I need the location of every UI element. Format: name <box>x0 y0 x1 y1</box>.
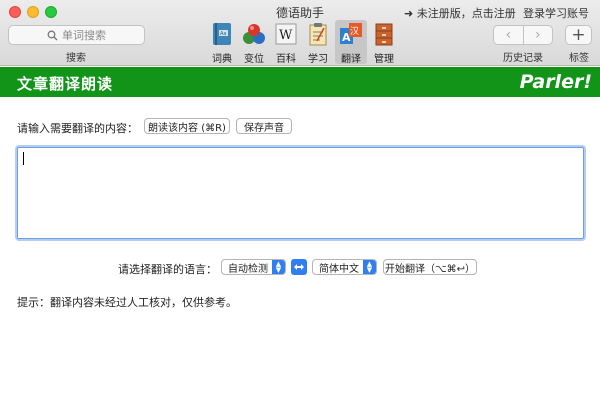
page-title: 文章翻译朗读 <box>17 75 114 93</box>
text-cursor <box>23 152 24 165</box>
read-aloud-button[interactable]: 朗读该内容 (⌘R) <box>144 118 230 134</box>
translate-icon: A 汉 <box>340 23 362 44</box>
chevron-left-icon: ‹ <box>505 27 512 43</box>
hint-text: 提示：翻译内容未经过人工核对，仅供参考。 <box>17 296 237 309</box>
cabinet-icon <box>375 23 393 46</box>
svg-text:W: W <box>279 28 293 43</box>
search-placeholder: 单词搜索 <box>62 29 106 42</box>
search-caption: 搜索 <box>66 53 86 64</box>
save-audio-button[interactable]: 保存声音 <box>236 118 292 134</box>
register-link[interactable]: ➜ 未注册版，点击注册 <box>404 5 516 21</box>
notepad-icon <box>309 23 327 46</box>
section-banner: 文章翻译朗读 Parler! <box>0 67 600 97</box>
svg-text:Aa: Aa <box>220 31 226 37</box>
target-language-select[interactable]: 简体中文 ▲ ▼ <box>312 259 377 275</box>
toolbar-study[interactable]: 学习 <box>302 20 334 65</box>
target-language-value: 简体中文 <box>319 263 359 275</box>
wikipedia-w-icon: W <box>275 23 297 45</box>
back-button[interactable]: ‹ <box>494 26 523 44</box>
translate-button[interactable]: 开始翻译（⌥⌘↩） <box>383 259 477 275</box>
updown-arrow-icon: ▲ ▼ <box>272 260 285 274</box>
add-tag-button[interactable]: + <box>565 25 592 45</box>
source-language-value: 自动检测 <box>228 263 268 275</box>
forward-button[interactable]: › <box>522 26 553 44</box>
toolbar-label: 管理 <box>374 54 394 65</box>
login-link[interactable]: 登录学习账号 <box>523 5 589 21</box>
tags-caption: 标签 <box>569 53 589 64</box>
swap-arrows-icon <box>294 264 304 270</box>
search-input[interactable]: 单词搜索 <box>8 25 145 45</box>
swap-languages-button[interactable] <box>291 259 307 275</box>
input-prompt-label: 请输入需要翻译的内容： <box>17 122 138 135</box>
updown-arrow-icon: ▲ ▼ <box>363 260 376 274</box>
colored-balls-icon <box>243 24 265 44</box>
chevron-right-icon: › <box>534 27 541 43</box>
brand-logo: Parler! <box>519 71 592 93</box>
plus-icon: + <box>571 25 586 45</box>
source-language-select[interactable]: 自动检测 ▲ ▼ <box>221 259 286 275</box>
history-caption: 历史记录 <box>503 53 543 64</box>
svg-text:汉: 汉 <box>350 26 359 37</box>
toolbar-manage[interactable]: 管理 <box>368 20 400 65</box>
window-toolbar: 德语助手 ➜ 未注册版，点击注册 登录学习账号 单词搜索 搜索 Aa 词典 变位 <box>0 0 600 66</box>
search-icon <box>47 30 58 40</box>
text-input-area[interactable] <box>17 147 584 239</box>
history-nav: ‹ › <box>493 25 553 45</box>
language-prompt-label: 请选择翻译的语言： <box>118 263 217 276</box>
toolbar-translate[interactable]: A 汉 翻译 <box>335 20 367 65</box>
dictionary-book-icon: Aa <box>213 23 231 45</box>
